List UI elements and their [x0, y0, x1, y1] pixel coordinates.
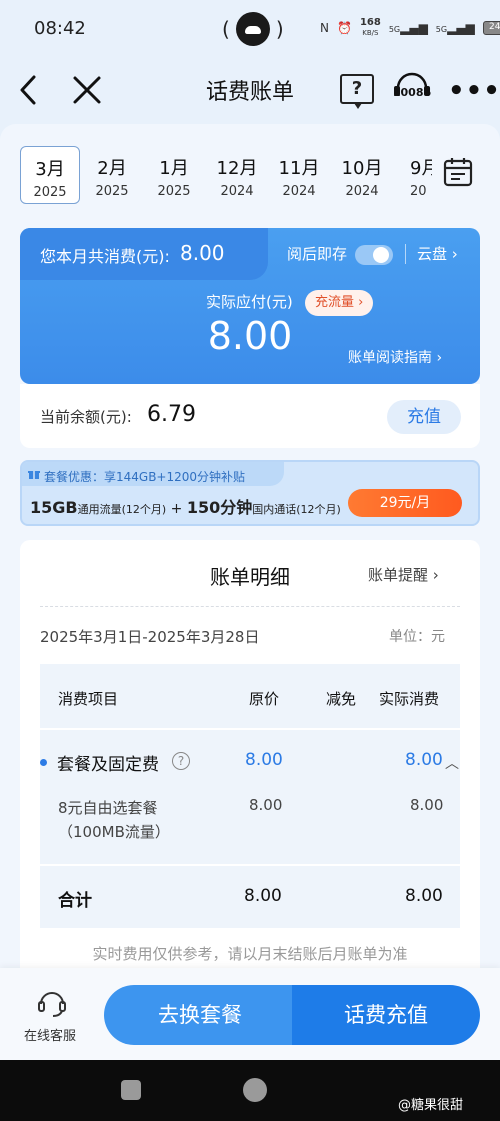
close-icon[interactable] — [70, 72, 104, 108]
month-label: 1月 — [159, 158, 189, 179]
bullet-icon — [40, 759, 47, 766]
row-separator — [40, 728, 460, 730]
month-tab-6[interactable]: 9月 20 — [394, 146, 432, 204]
year-label: 2024 — [220, 184, 254, 199]
package-actual: 8.00 — [405, 750, 443, 770]
row-separator — [40, 864, 460, 866]
toggle-knob — [373, 247, 389, 263]
year-label: 20 — [410, 184, 427, 199]
balance-value: 6.79 — [147, 402, 196, 427]
balance-label: 当前余额(元): — [40, 408, 132, 426]
month-tab-3[interactable]: 12月 2024 — [207, 146, 267, 204]
promo-offer: 15GB通用流量(12个月) + 150分钟国内通话(12个月) — [30, 498, 341, 517]
alarm-icon: ⏰ — [336, 21, 352, 35]
sub-item-name: 8元自由选套餐 （100MB流量） — [58, 799, 170, 841]
year-label: 2025 — [33, 185, 67, 200]
read-save-label: 阅后即存 — [287, 245, 348, 263]
month-label: 11月 — [278, 158, 320, 179]
package-name: 套餐及固定费 — [57, 755, 159, 775]
signal-icon-2: 5G▂▄▆ — [435, 21, 475, 35]
gift-icon — [28, 471, 40, 479]
sub-item-original: 8.00 — [249, 796, 283, 814]
status-icons: N ⏰ 168 KB/S 5G▂▄▆ 5G▂▄▆ 24 — [320, 18, 500, 38]
promo-tag: 套餐优惠：享144GB+1200分钟补贴 — [44, 470, 246, 484]
unit-label: 单位：元 — [389, 629, 445, 645]
total-actual: 8.00 — [405, 886, 443, 906]
sub-item-actual: 8.00 — [410, 796, 444, 814]
month-label: 10月 — [341, 158, 383, 179]
back-icon[interactable] — [14, 72, 44, 108]
header-original: 原价 — [249, 690, 280, 708]
package-original: 8.00 — [245, 750, 283, 770]
recharge-data-button[interactable]: 充流量 › — [305, 290, 374, 316]
month-label: 3月 — [35, 159, 65, 180]
speed-indicator: 168 KB/S — [359, 17, 381, 38]
help-icon[interactable]: ? — [340, 74, 374, 104]
question-icon[interactable]: ? — [172, 752, 190, 770]
total-label: 合计 — [58, 891, 92, 911]
month-label: 2月 — [97, 158, 127, 179]
total-original: 8.00 — [244, 886, 282, 906]
service-number: 10086 — [392, 86, 432, 99]
watermark: @糖果很甜 — [398, 1098, 464, 1113]
status-center: () — [222, 12, 284, 46]
home-icon[interactable] — [243, 1078, 267, 1102]
month-tab-5[interactable]: 10月 2024 — [332, 146, 392, 204]
status-time: 08:42 — [34, 18, 86, 39]
header-actual: 实际消费 — [379, 690, 440, 708]
header-item: 消费项目 — [58, 690, 119, 708]
customer-service-label[interactable]: 在线客服 — [24, 1025, 76, 1044]
year-label: 2025 — [95, 184, 129, 199]
promo-price-button[interactable]: 29元/月 — [348, 489, 462, 517]
actual-pay-label: 实际应付(元) — [206, 293, 293, 311]
month-total-value: 8.00 — [180, 241, 225, 265]
month-label: 9月 — [410, 158, 432, 179]
cloud-drive-link[interactable]: 云盘 › — [417, 243, 458, 264]
actual-pay-amount: 8.00 — [207, 314, 293, 358]
calendar-icon[interactable] — [442, 156, 474, 188]
month-tab-1[interactable]: 2月 2025 — [82, 146, 142, 204]
date-range: 2025年3月1日-2025年3月28日 — [40, 628, 260, 646]
month-label: 12月 — [216, 158, 258, 179]
camera-island-icon — [235, 12, 270, 46]
year-label: 2024 — [282, 184, 316, 199]
footnote: 实时费用仅供参考，请以月末结账后月账单为准 — [92, 945, 408, 963]
detail-title: 账单明细 — [210, 565, 290, 589]
change-plan-button[interactable]: 去换套餐 — [104, 985, 296, 1045]
nfc-icon: N — [320, 21, 329, 35]
topup-button[interactable]: 充值 — [387, 400, 461, 434]
year-label: 2024 — [345, 184, 379, 199]
header-discount: 减免 — [326, 690, 357, 708]
headset-icon[interactable] — [36, 988, 68, 1018]
month-total-label: 您本月共消费(元): — [40, 247, 170, 266]
divider — [405, 244, 406, 264]
month-tab-0[interactable]: 3月 2025 — [20, 146, 80, 204]
signal-icon-1: 5G▂▄▆ — [388, 21, 428, 35]
dashed-divider — [40, 606, 460, 607]
page-title: 话费账单 — [205, 80, 294, 105]
battery-icon: 24 — [482, 21, 500, 35]
chevron-up-icon[interactable]: ︿ — [445, 753, 459, 773]
recents-icon[interactable] — [121, 1080, 141, 1100]
more-icon[interactable]: ••• — [448, 76, 500, 106]
bill-guide-link[interactable]: 账单阅读指南 › — [348, 347, 442, 367]
year-label: 2025 — [157, 184, 191, 199]
month-tab-4[interactable]: 11月 2024 — [269, 146, 329, 204]
recharge-button[interactable]: 话费充值 — [292, 985, 480, 1045]
month-tab-2[interactable]: 1月 2025 — [144, 146, 204, 204]
bill-reminder-link[interactable]: 账单提醒 › — [368, 564, 439, 585]
